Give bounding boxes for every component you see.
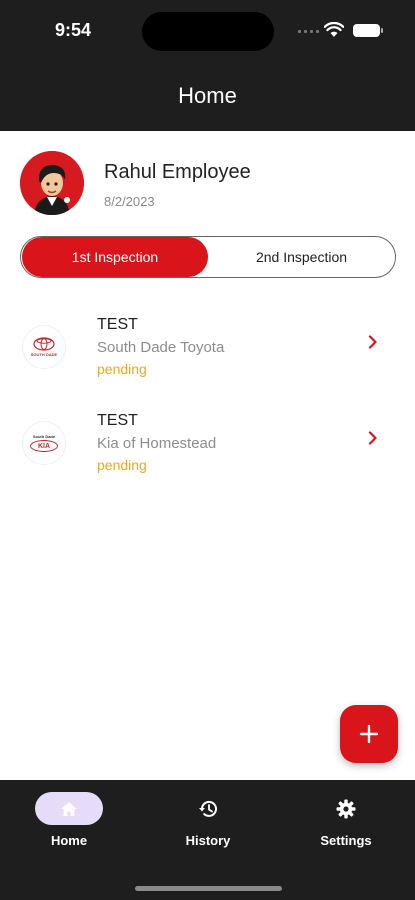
nav-header: Home: [0, 62, 415, 131]
logo-text: SOUTH DADE: [30, 352, 58, 357]
status-label: pending: [97, 361, 147, 377]
tab-settings-label: Settings: [320, 833, 372, 848]
inspection-title: TEST: [97, 412, 138, 429]
wifi-icon: [324, 22, 344, 37]
avatar: [20, 151, 84, 215]
profile-card: Rahul Employee 8/2/2023: [20, 151, 400, 217]
cellular-signal-icon: [298, 30, 319, 33]
dealer-name: South Dade Toyota: [97, 339, 225, 356]
profile-name: Rahul Employee: [104, 161, 251, 183]
tab-history[interactable]: History: [158, 792, 258, 852]
tab-home-pill: [35, 792, 103, 825]
toyota-logo-icon: SOUTH DADE: [22, 325, 66, 369]
inspection-list-item[interactable]: SOUTH DADE TEST South Dade Toyota pendin…: [0, 316, 415, 396]
dealer-name: Kia of Homestead: [97, 435, 217, 452]
status-bar: 9:54: [0, 0, 415, 62]
inspection-segmented-control: 1st Inspection 2nd Inspection: [20, 236, 396, 278]
kia-logo-icon: South Dade KIA: [22, 421, 66, 465]
gear-icon: [336, 799, 356, 818]
tab-first-inspection[interactable]: 1st Inspection: [22, 237, 208, 277]
tab-home-label: Home: [50, 833, 88, 848]
chevron-right-icon[interactable]: [368, 335, 378, 349]
page-title: Home: [178, 82, 237, 108]
inspection-title: TEST: [97, 316, 138, 333]
home-indicator: [135, 886, 282, 891]
avatar-icon: [20, 151, 84, 215]
logo-subtext: South Dade: [32, 434, 56, 439]
chevron-right-icon[interactable]: [368, 431, 378, 445]
bottom-tab-bar: Home History Settings: [0, 780, 415, 900]
tab-settings-pill: [312, 792, 380, 825]
logo-text: KIA: [30, 440, 58, 452]
tab-settings[interactable]: Settings: [296, 792, 396, 852]
dynamic-island: [142, 12, 274, 51]
add-inspection-button[interactable]: [340, 705, 398, 763]
profile-date: 8/2/2023: [104, 194, 155, 209]
plus-icon: [359, 724, 379, 744]
battery-icon: [353, 24, 383, 37]
home-icon: [61, 801, 77, 816]
tab-history-pill: [174, 792, 242, 825]
inspection-list-item[interactable]: South Dade KIA TEST Kia of Homestead pen…: [0, 412, 415, 492]
status-time: 9:54: [55, 20, 92, 40]
tab-history-label: History: [185, 833, 231, 848]
history-icon: [199, 800, 217, 817]
tab-home[interactable]: Home: [19, 792, 119, 852]
status-label: pending: [97, 457, 147, 473]
tab-second-inspection[interactable]: 2nd Inspection: [208, 237, 395, 277]
